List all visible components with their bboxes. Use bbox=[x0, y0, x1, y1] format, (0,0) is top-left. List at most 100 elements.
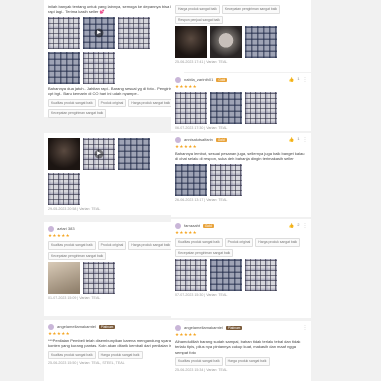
review-header: annisalutsalfarin Gold 👍 1 ⋮ bbox=[175, 136, 307, 144]
review-tag: Harga produk sangat baik bbox=[128, 241, 174, 250]
review-media: ▶ bbox=[48, 138, 180, 205]
review-header: angelamellamakamtel Platinum ⋮ bbox=[48, 323, 180, 331]
like-count: 1 bbox=[297, 137, 300, 142]
review-photo[interactable] bbox=[118, 138, 150, 170]
review-tag: Produk original bbox=[97, 241, 127, 250]
member-badge: Gold bbox=[216, 77, 228, 83]
review-photo[interactable] bbox=[83, 262, 115, 295]
more-options-icon[interactable]: ⋮ bbox=[303, 223, 308, 230]
review-photo[interactable] bbox=[245, 92, 277, 124]
reviewer-name[interactable]: nabila_zarinth01 bbox=[184, 77, 213, 82]
review-video[interactable]: ▶ bbox=[83, 16, 115, 49]
review-tag: Kualitas produk sangat baik bbox=[175, 357, 223, 366]
avatar[interactable] bbox=[48, 226, 54, 232]
review-video[interactable]: ▶ bbox=[83, 138, 115, 170]
review-meta: 01-07-2023 15:09 | Varian: TEAL bbox=[48, 296, 101, 301]
review-photo[interactable] bbox=[175, 92, 207, 124]
review-meta: 07-07-2023 15:30 | Varian: TEAL bbox=[175, 293, 228, 298]
star-rating: ★★★★★ bbox=[175, 332, 198, 337]
review-card: inilah banyak tentang untuk yang lainnya… bbox=[44, 0, 184, 118]
review-meta: 25-06-2023 15:34 | Varian: TEAL bbox=[175, 367, 228, 372]
review-tag: Kualitas produk sangat baik bbox=[48, 350, 96, 360]
star-rating: ★★★★★ bbox=[175, 84, 198, 89]
review-header: aztari 383 ⋮ bbox=[48, 225, 180, 233]
play-icon: ▶ bbox=[94, 28, 104, 38]
review-tag: Produk original bbox=[97, 98, 127, 108]
review-photo[interactable] bbox=[48, 51, 80, 84]
review-actions: 👍 2 ⋮ bbox=[289, 223, 308, 230]
review-card: angelamellamakamtel Platinum ⋮ ★★★★★ Alh… bbox=[171, 321, 311, 381]
review-tag: Harga produk sangat baik bbox=[97, 350, 143, 360]
member-badge: Platinum bbox=[98, 324, 116, 330]
more-options-icon[interactable]: ⋮ bbox=[303, 137, 308, 144]
review-photo[interactable] bbox=[210, 163, 242, 196]
review-photo[interactable] bbox=[118, 16, 150, 49]
reviewer-name[interactable]: angelamellamakamtel bbox=[57, 324, 96, 329]
avatar[interactable] bbox=[48, 324, 54, 330]
review-actions: 👍 1 ⋮ bbox=[289, 137, 308, 144]
review-header: nabila_zarinth01 Gold 👍 1 ⋮ bbox=[175, 76, 307, 84]
review-tags: Kualitas produk sangat baik Produk origi… bbox=[48, 98, 180, 118]
play-icon: ▶ bbox=[94, 149, 104, 159]
review-card: angelamellamakamtel Platinum ⋮ ★★★★★ ***… bbox=[44, 320, 184, 381]
review-text: Bahannya lembut, sesuai pesanan juga, se… bbox=[175, 151, 305, 162]
review-tag: Kecepatan pengiriman sangat baik bbox=[48, 109, 107, 118]
review-text: Bahannya dua jatuh.. Jahitan rapi.. Bara… bbox=[48, 85, 178, 97]
review-header: farraaaht Gold 👍 2 ⋮ bbox=[175, 222, 307, 230]
reviewer-name[interactable]: farraaaht bbox=[184, 223, 200, 228]
member-badge: Gold bbox=[203, 223, 214, 229]
review-photo[interactable] bbox=[210, 92, 242, 124]
review-photo[interactable] bbox=[175, 26, 207, 59]
review-media bbox=[175, 259, 307, 292]
thumbs-up-icon[interactable]: 👍 bbox=[289, 223, 295, 229]
star-rating: ★★★★★ bbox=[175, 144, 198, 149]
more-options-icon[interactable]: ⋮ bbox=[303, 325, 308, 332]
reviewer-name[interactable]: aztari 383 bbox=[57, 226, 75, 231]
review-card: nabila_zarinth01 Gold 👍 1 ⋮ ★★★★★ 06-07-… bbox=[171, 73, 311, 131]
review-photo[interactable] bbox=[245, 26, 277, 59]
thumbs-up-icon[interactable]: 👍 bbox=[289, 137, 295, 143]
review-tags: Kualitas produk sangat baik Produk origi… bbox=[48, 241, 180, 261]
review-actions: 👍 1 ⋮ bbox=[289, 77, 308, 84]
review-photo[interactable] bbox=[48, 262, 80, 295]
avatar[interactable] bbox=[175, 325, 181, 331]
review-media-card: ▶ 29-05-2023 20:58 | Varian: TEAL bbox=[44, 133, 184, 215]
avatar[interactable] bbox=[175, 137, 181, 143]
reviewer-name[interactable]: angelamellamakamtel bbox=[184, 325, 223, 330]
star-rating: ★★★★★ bbox=[48, 331, 71, 336]
star-rating: ★★★★★ bbox=[48, 233, 71, 238]
review-card: annisalutsalfarin Gold 👍 1 ⋮ ★★★★★ Bahan… bbox=[171, 133, 311, 217]
more-options-icon[interactable]: ⋮ bbox=[303, 77, 308, 84]
review-photo[interactable] bbox=[175, 163, 207, 196]
review-photo[interactable] bbox=[48, 138, 80, 170]
review-tags: Kualitas produk sangat baik Produk origi… bbox=[175, 238, 307, 258]
review-photo[interactable] bbox=[175, 259, 207, 292]
review-text: ***Penilaian Pembeli telah disembunyikan… bbox=[48, 338, 179, 349]
review-header: angelamellamakamtel Platinum ⋮ bbox=[175, 324, 307, 332]
review-tags: Kualitas produk sangat baik Harga produk… bbox=[175, 357, 307, 366]
review-media bbox=[175, 92, 307, 124]
review-photo[interactable] bbox=[48, 173, 80, 205]
review-actions: ⋮ bbox=[303, 325, 308, 332]
review-photo[interactable] bbox=[210, 259, 242, 292]
review-tag: Kecepatan pengiriman sangat baik bbox=[175, 248, 234, 258]
review-photo[interactable] bbox=[48, 16, 80, 49]
review-photo[interactable] bbox=[83, 51, 115, 84]
avatar[interactable] bbox=[175, 77, 181, 83]
member-badge: Gold bbox=[215, 137, 227, 143]
review-tag: Kecepatan pengiriman sangat baik bbox=[48, 251, 107, 261]
star-rating: ★★★★★ bbox=[175, 230, 198, 235]
review-meta: 29-05-2023 20:58 | Varian: TEAL bbox=[48, 207, 101, 211]
review-card: Harga produk sangat baik Kecepatan pengi… bbox=[171, 0, 311, 72]
review-media bbox=[175, 26, 307, 59]
avatar[interactable] bbox=[175, 223, 181, 229]
review-card: farraaaht Gold 👍 2 ⋮ ★★★★★ Kualitas prod… bbox=[171, 219, 311, 318]
review-tags: Harga produk sangat baik Kecepatan pengi… bbox=[175, 5, 307, 25]
review-photo[interactable] bbox=[210, 26, 242, 59]
thumbs-up-icon[interactable]: 👍 bbox=[289, 77, 295, 83]
reviewer-name[interactable]: annisalutsalfarin bbox=[184, 137, 213, 142]
review-photo[interactable] bbox=[245, 259, 277, 292]
review-meta: 25-06-2023 15:50 | Varian: TEAL, STEEL, … bbox=[48, 361, 125, 366]
review-tag: Produk original bbox=[224, 238, 254, 247]
review-media bbox=[48, 262, 180, 295]
